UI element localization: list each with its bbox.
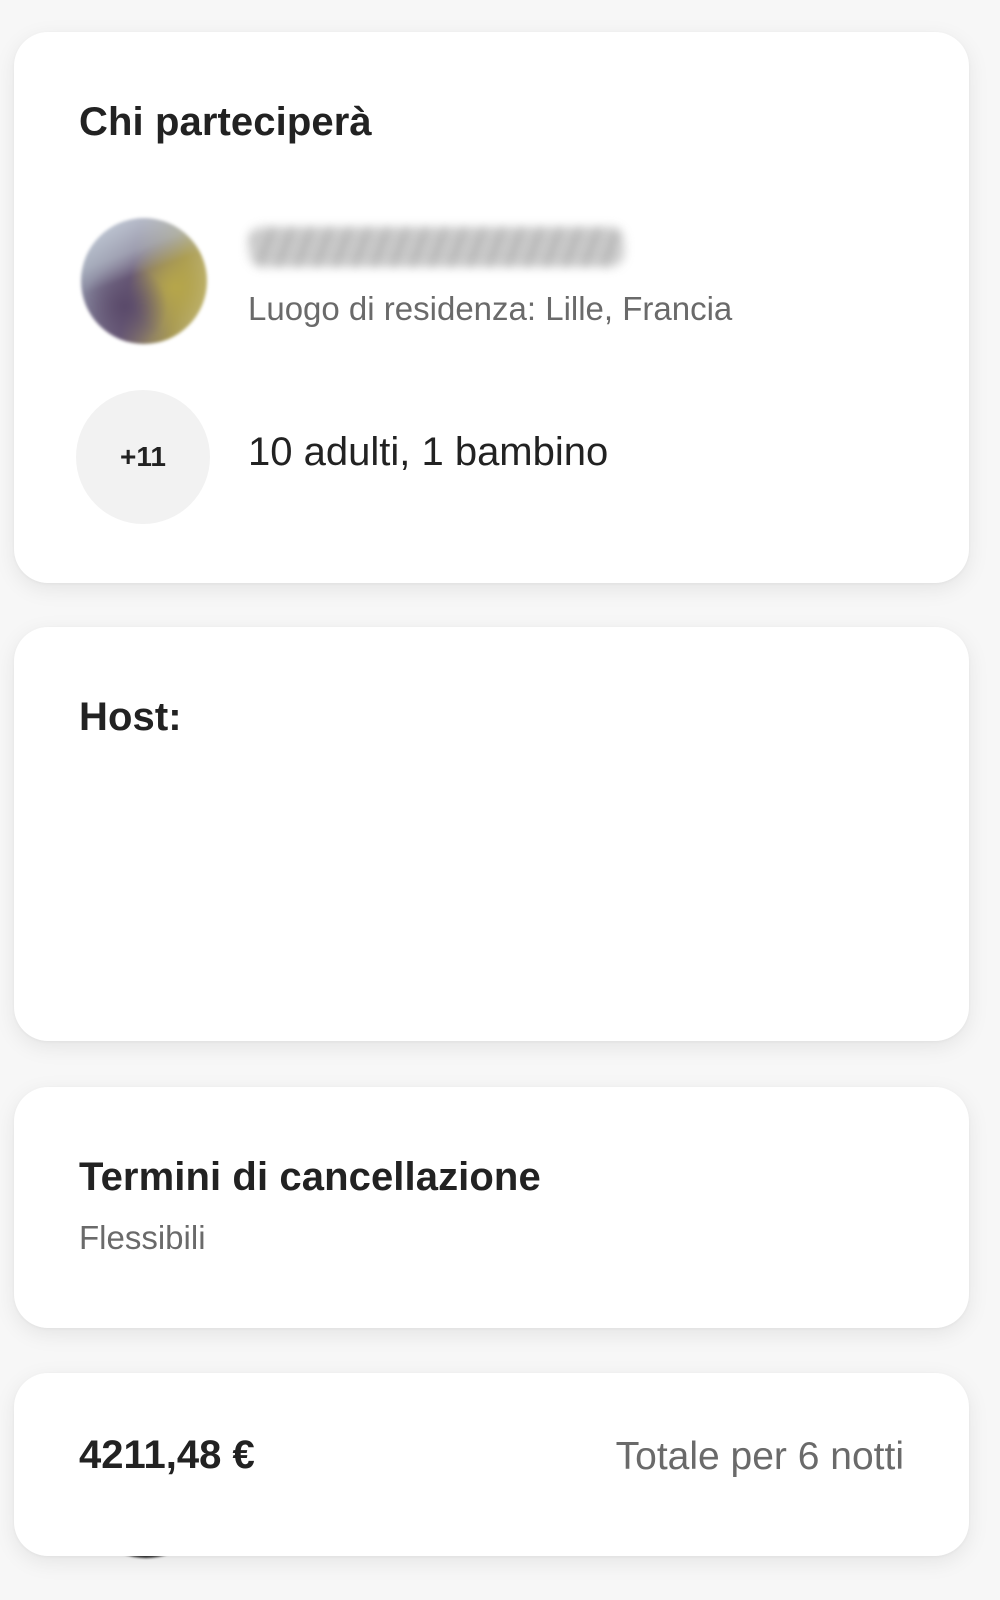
guest-residence: Luogo di residenza: Lille, Francia [248, 290, 733, 327]
guest-count-summary: 10 adulti, 1 bambino [248, 430, 609, 474]
total-card: 4211,48 € Totale per 6 notti [14, 1373, 969, 1556]
host-section-title: Host: [79, 695, 182, 739]
cancellation-card[interactable]: Termini di cancellazione Flessibili [14, 1087, 969, 1328]
host-card: Host: Titolare dell'annuncio [14, 627, 969, 1555]
cancellation-policy-value: Flessibili [79, 1219, 206, 1256]
total-amount: 4211,48 € [79, 1433, 255, 1477]
guests-card: Chi parteciperà Luogo di residenza: Lill… [14, 32, 969, 583]
total-label: Totale per 6 notti [615, 1435, 904, 1478]
cancellation-title: Termini di cancellazione [79, 1155, 541, 1199]
guest-avatar[interactable] [81, 218, 207, 344]
guests-section-title: Chi parteciperà [79, 100, 372, 144]
guest-name-redacted [249, 227, 624, 267]
additional-guests-badge: +11 [76, 390, 210, 524]
